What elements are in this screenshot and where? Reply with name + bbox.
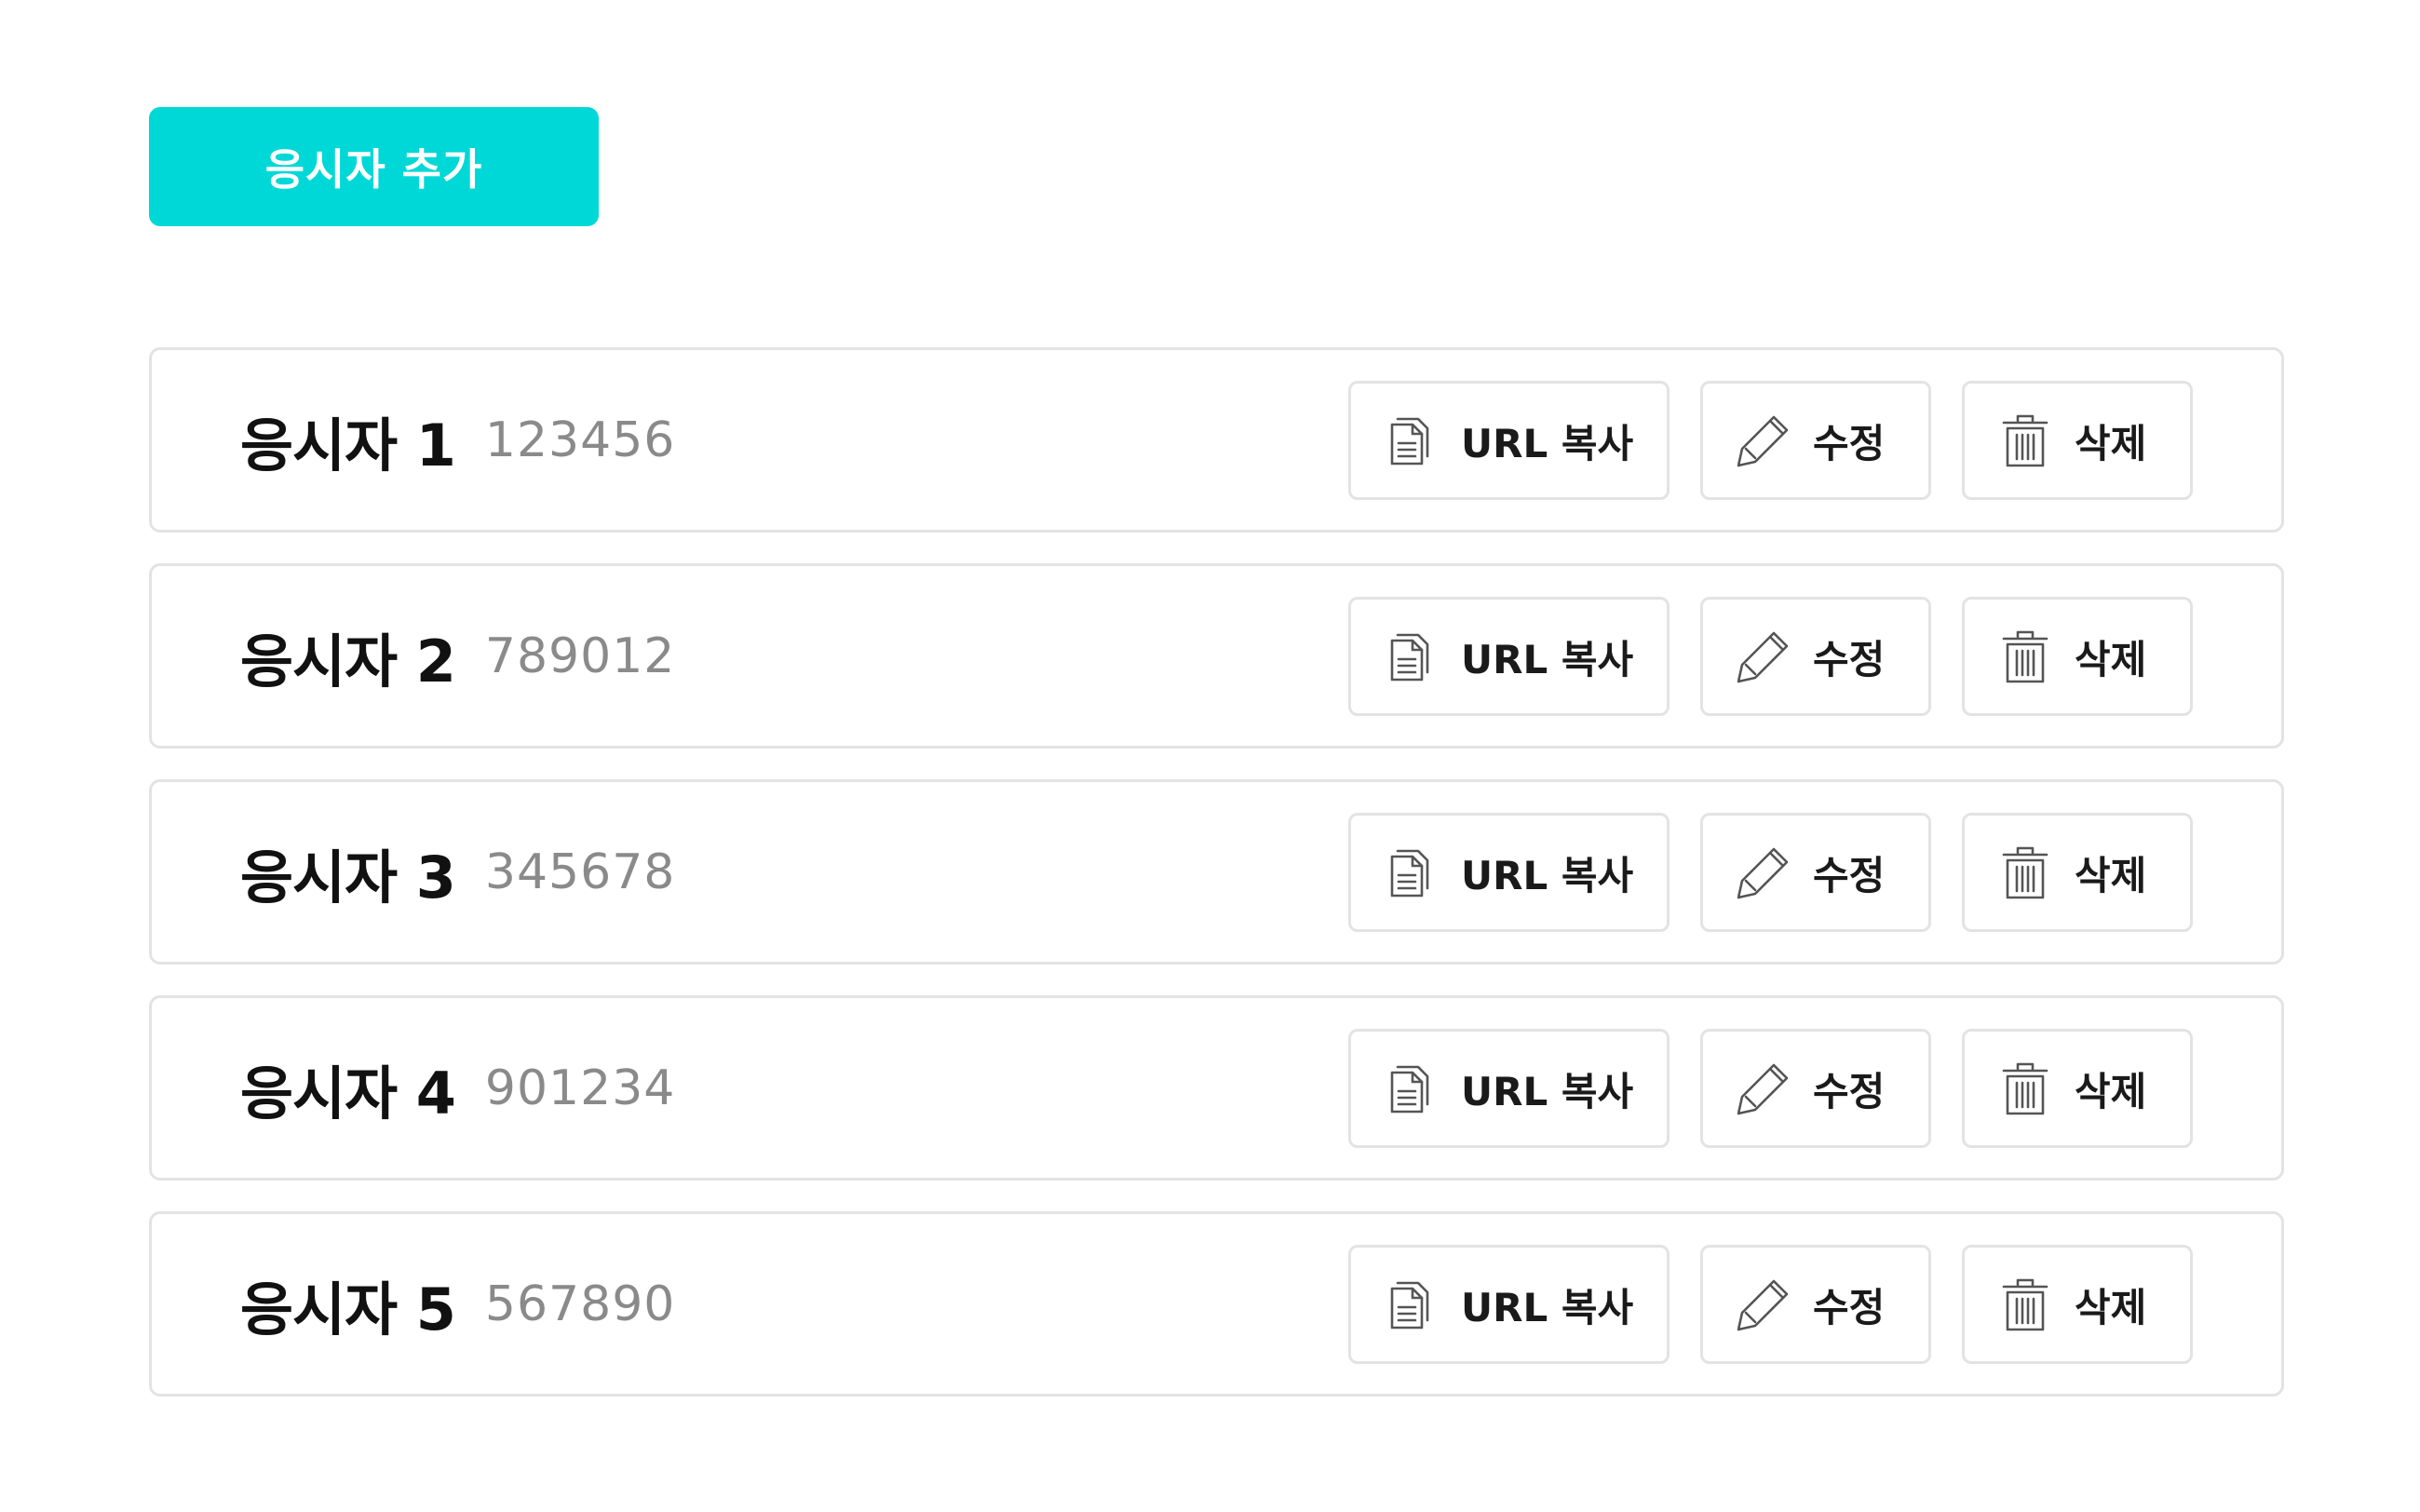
delete-button[interactable]: 삭제	[1962, 381, 2193, 500]
candidate-management-page: 응시자 추가 응시자 1 123456 URL 복사 수정 삭제 응시자 2 7…	[0, 0, 2420, 1512]
copy-url-label: URL 복사	[1461, 420, 1634, 466]
candidate-name: 응시자 3	[240, 843, 456, 911]
row-actions: URL 복사 수정 삭제	[1348, 1245, 2193, 1364]
delete-button[interactable]: 삭제	[1962, 1245, 2193, 1364]
trash-icon	[1993, 624, 2058, 689]
candidate-info: 응시자 2 789012	[240, 566, 675, 746]
edit-button[interactable]: 수정	[1700, 813, 1931, 932]
copy-document-icon	[1379, 840, 1444, 905]
candidate-info: 응시자 5 567890	[240, 1214, 675, 1394]
copy-url-label: URL 복사	[1461, 852, 1634, 898]
candidate-code: 345678	[484, 844, 676, 900]
candidate-code: 901234	[484, 1060, 676, 1116]
edit-label: 수정	[1813, 852, 1886, 898]
candidate-row: 응시자 3 345678 URL 복사 수정 삭제	[149, 779, 2284, 965]
edit-button[interactable]: 수정	[1700, 381, 1931, 500]
edit-button[interactable]: 수정	[1700, 1029, 1931, 1148]
candidate-row: 응시자 4 901234 URL 복사 수정 삭제	[149, 995, 2284, 1181]
copy-url-button[interactable]: URL 복사	[1348, 597, 1670, 716]
row-actions: URL 복사 수정 삭제	[1348, 813, 2193, 932]
candidate-code: 123456	[484, 412, 676, 468]
pencil-icon	[1731, 1272, 1796, 1337]
candidate-row: 응시자 1 123456 URL 복사 수정 삭제	[149, 347, 2284, 533]
delete-button[interactable]: 삭제	[1962, 813, 2193, 932]
copy-document-icon	[1379, 1272, 1444, 1337]
candidate-row: 응시자 2 789012 URL 복사 수정 삭제	[149, 563, 2284, 749]
delete-button[interactable]: 삭제	[1962, 1029, 2193, 1148]
copy-document-icon	[1379, 1056, 1444, 1121]
pencil-icon	[1731, 408, 1796, 473]
trash-icon	[1993, 1272, 2058, 1337]
delete-button[interactable]: 삭제	[1962, 597, 2193, 716]
edit-button[interactable]: 수정	[1700, 597, 1931, 716]
copy-document-icon	[1379, 624, 1444, 689]
add-candidate-button[interactable]: 응시자 추가	[149, 107, 599, 226]
row-actions: URL 복사 수정 삭제	[1348, 1029, 2193, 1148]
delete-label: 삭제	[2075, 1068, 2147, 1114]
copy-url-label: URL 복사	[1461, 1068, 1634, 1114]
candidate-name: 응시자 2	[240, 627, 456, 695]
candidate-row: 응시자 5 567890 URL 복사 수정 삭제	[149, 1211, 2284, 1397]
delete-label: 삭제	[2075, 636, 2147, 682]
candidate-name: 응시자 1	[240, 411, 456, 479]
copy-document-icon	[1379, 408, 1444, 473]
copy-url-label: URL 복사	[1461, 1284, 1634, 1330]
copy-url-label: URL 복사	[1461, 636, 1634, 682]
candidate-code: 789012	[484, 628, 676, 684]
trash-icon	[1993, 840, 2058, 905]
pencil-icon	[1731, 840, 1796, 905]
copy-url-button[interactable]: URL 복사	[1348, 381, 1670, 500]
delete-label: 삭제	[2075, 420, 2147, 466]
candidate-info: 응시자 3 345678	[240, 782, 675, 962]
delete-label: 삭제	[2075, 1284, 2147, 1330]
candidate-list: 응시자 1 123456 URL 복사 수정 삭제 응시자 2 789012 U…	[149, 347, 2284, 1427]
copy-url-button[interactable]: URL 복사	[1348, 1029, 1670, 1148]
copy-url-button[interactable]: URL 복사	[1348, 813, 1670, 932]
pencil-icon	[1731, 1056, 1796, 1121]
edit-label: 수정	[1813, 1068, 1886, 1114]
candidate-code: 567890	[484, 1276, 676, 1332]
candidate-name: 응시자 4	[240, 1059, 456, 1127]
delete-label: 삭제	[2075, 852, 2147, 898]
edit-label: 수정	[1813, 636, 1886, 682]
trash-icon	[1993, 408, 2058, 473]
candidate-name: 응시자 5	[240, 1275, 456, 1343]
row-actions: URL 복사 수정 삭제	[1348, 597, 2193, 716]
edit-label: 수정	[1813, 420, 1886, 466]
trash-icon	[1993, 1056, 2058, 1121]
edit-label: 수정	[1813, 1284, 1886, 1330]
row-actions: URL 복사 수정 삭제	[1348, 381, 2193, 500]
copy-url-button[interactable]: URL 복사	[1348, 1245, 1670, 1364]
candidate-info: 응시자 1 123456	[240, 350, 675, 530]
edit-button[interactable]: 수정	[1700, 1245, 1931, 1364]
candidate-info: 응시자 4 901234	[240, 998, 675, 1178]
pencil-icon	[1731, 624, 1796, 689]
